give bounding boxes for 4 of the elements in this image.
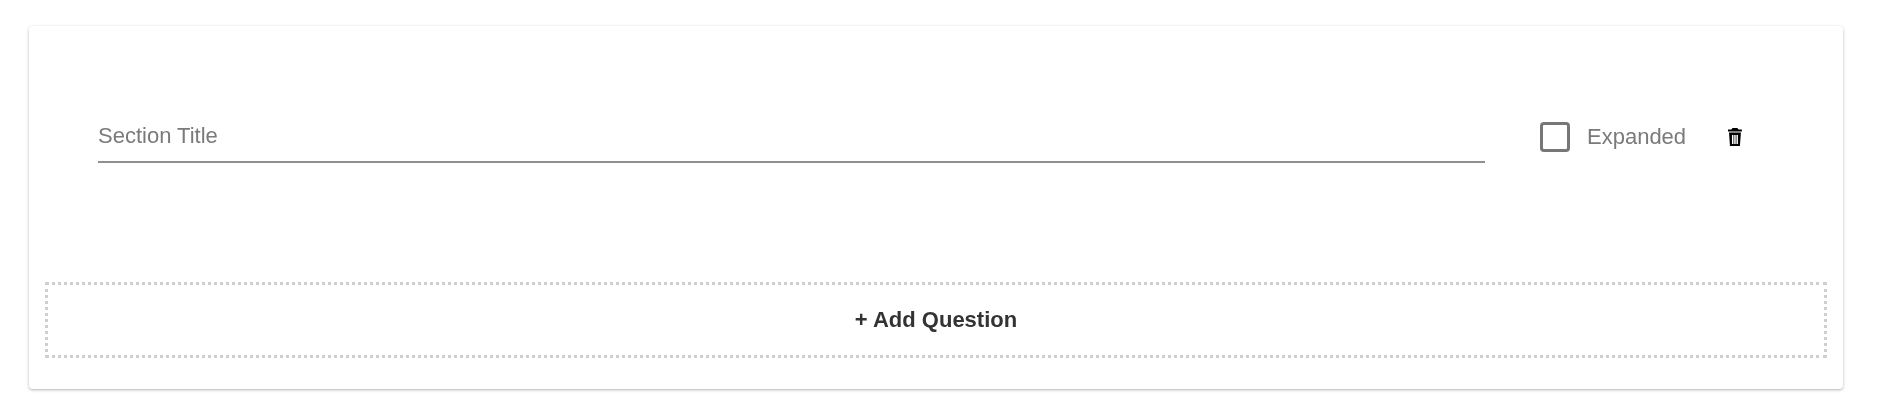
section-title-field[interactable]: Section Title	[98, 111, 1485, 163]
checkbox-label: Expanded	[1587, 124, 1687, 150]
checkbox[interactable]	[1540, 122, 1570, 152]
add-question-button[interactable]: + Add Question	[45, 282, 1827, 358]
